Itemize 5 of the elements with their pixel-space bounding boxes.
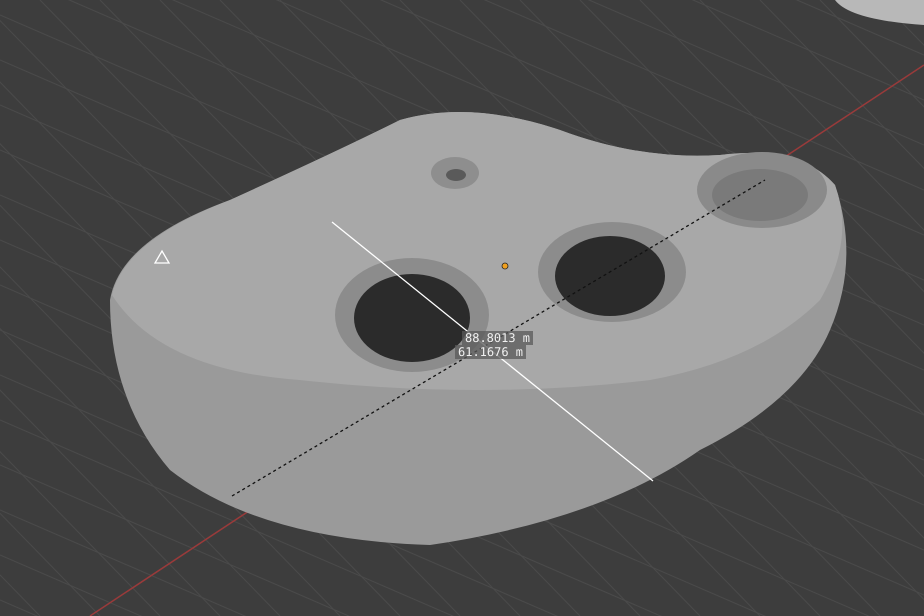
- 3d-viewport[interactable]: 88.8013 m 61.1676 m: [0, 0, 924, 616]
- measurement-label: 88.8013 m: [462, 331, 534, 345]
- measurement-label: 61.1676 m: [455, 345, 526, 359]
- triangle-icon: [154, 250, 170, 264]
- origin-dot: [502, 262, 508, 270]
